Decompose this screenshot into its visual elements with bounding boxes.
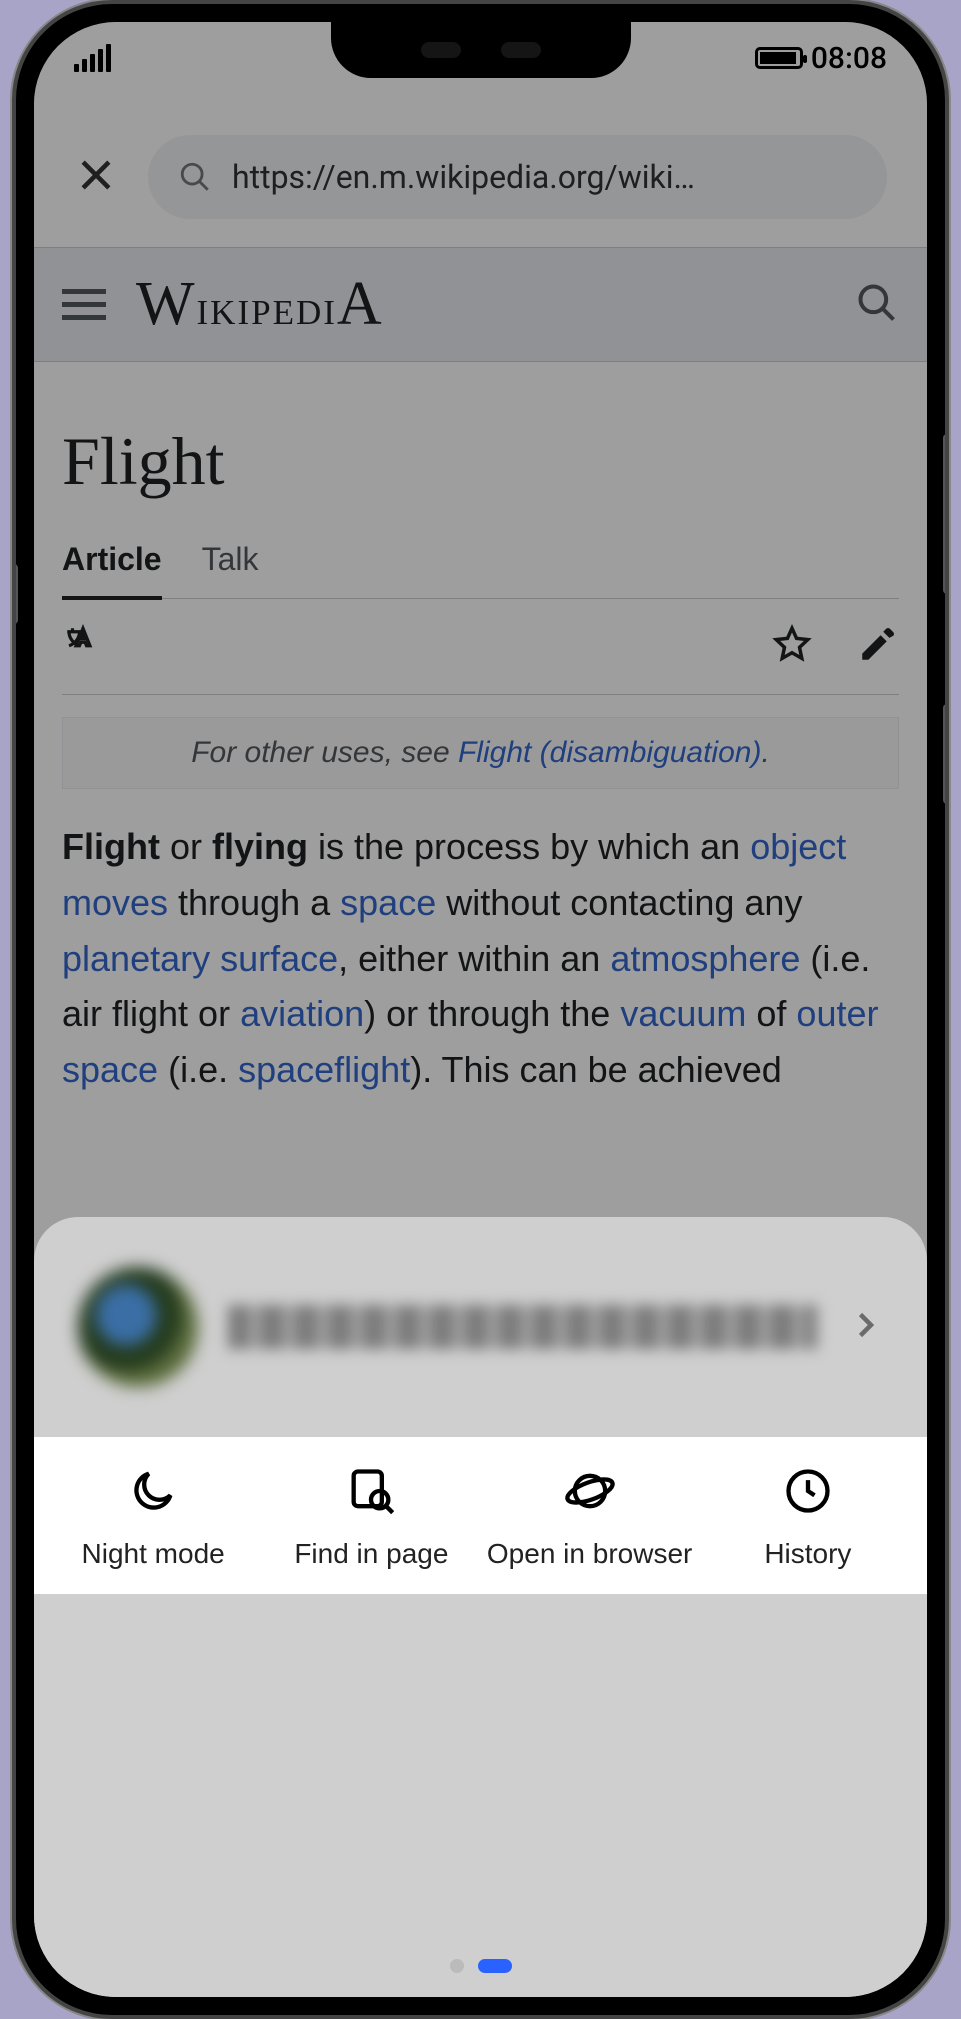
avatar [78,1267,198,1387]
power-button [943,704,949,804]
account-name-redacted [228,1305,817,1349]
account-row[interactable] [34,1217,927,1437]
chevron-right-icon [847,1307,883,1347]
action-strip: Night mode Find in page Open in browser … [34,1437,927,1594]
phone-frame: 08:08 https://en.m.wikipedia.org/wiki… W… [12,0,949,2019]
action-label: History [764,1538,851,1570]
history-button[interactable]: History [699,1465,917,1570]
open-in-browser-button[interactable]: Open in browser [481,1465,699,1570]
action-label: Find in page [294,1538,448,1570]
night-mode-button[interactable]: Night mode [44,1465,262,1570]
volume-button [943,434,949,594]
side-key [12,564,18,624]
find-icon [345,1465,397,1524]
planet-icon [564,1465,616,1524]
action-label: Night mode [82,1538,225,1570]
screen: 08:08 https://en.m.wikipedia.org/wiki… W… [34,22,927,1997]
dot-1[interactable] [450,1959,464,1973]
page-indicator [34,1959,927,1973]
moon-icon [127,1465,179,1524]
action-label: Open in browser [487,1538,692,1570]
find-in-page-button[interactable]: Find in page [262,1465,480,1570]
bottom-sheet: Night mode Find in page Open in browser … [34,1217,927,1997]
dot-2[interactable] [478,1959,512,1973]
history-icon [782,1465,834,1524]
